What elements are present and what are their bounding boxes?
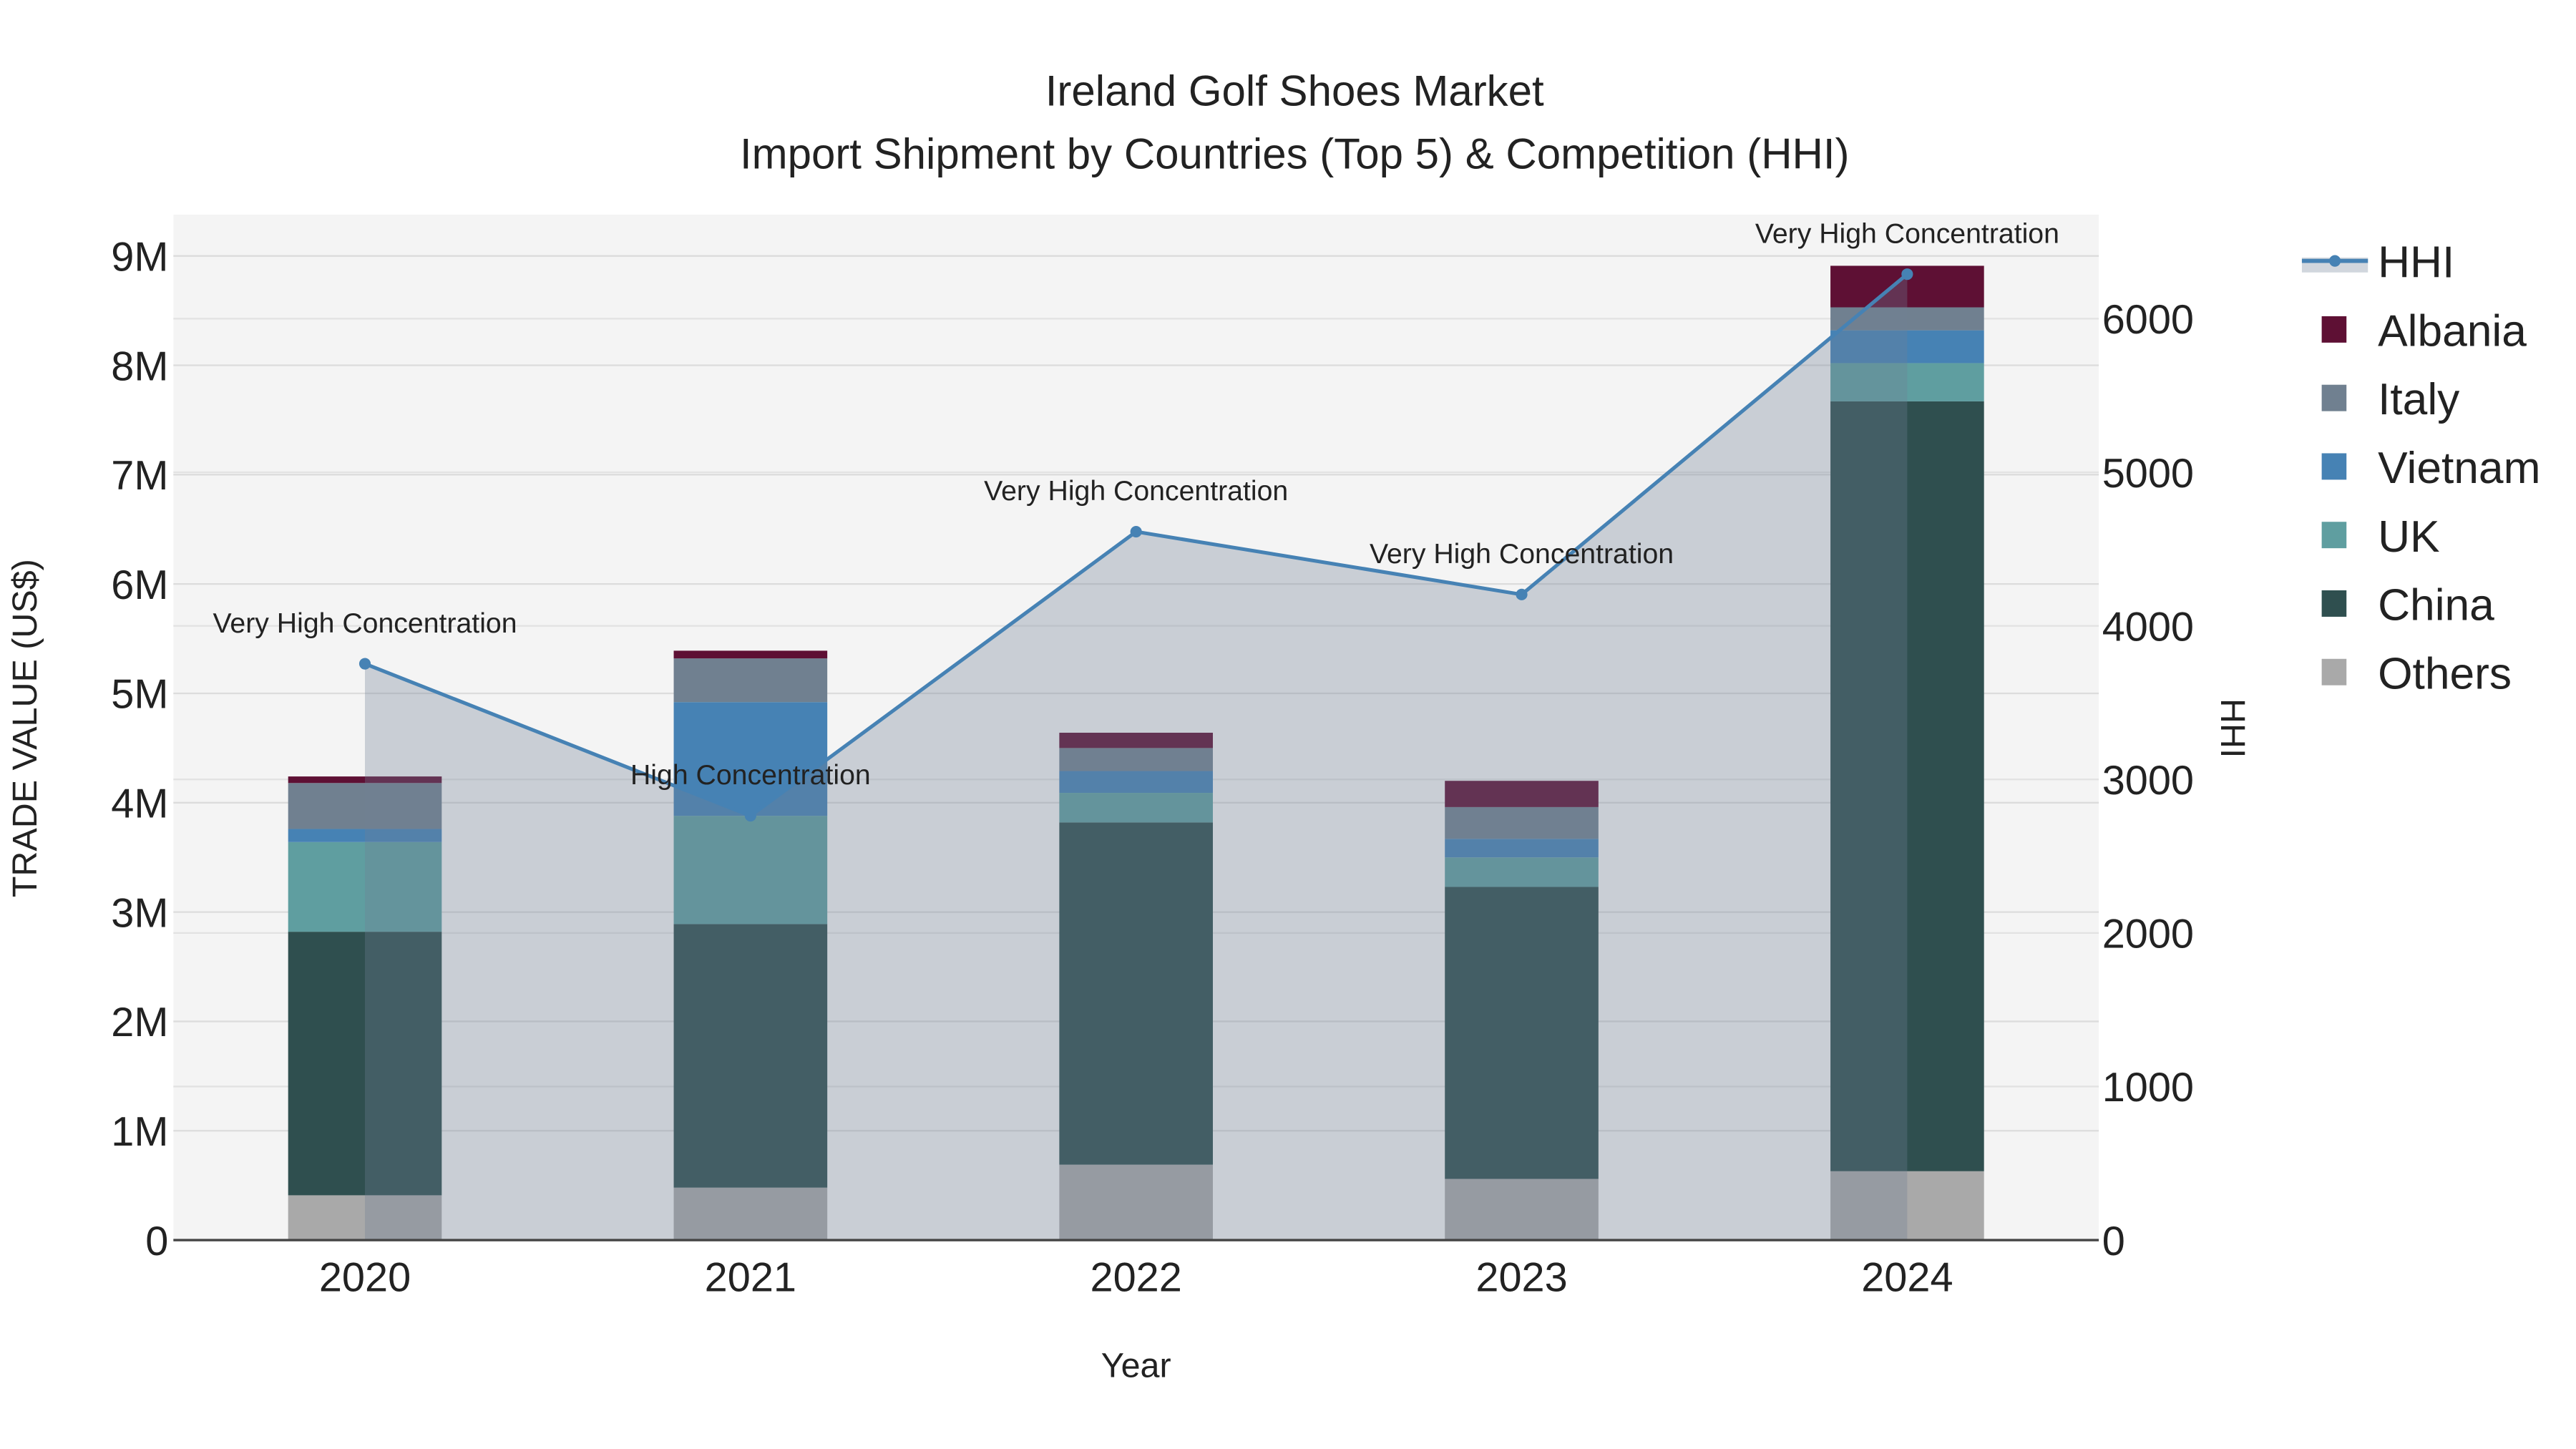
hhi-point-2023 [1516, 588, 1528, 600]
x-tick-label: 2022 [1091, 1255, 1182, 1301]
x-tick-label: 2020 [319, 1255, 411, 1301]
legend-item-vietnam: Vietnam [2321, 444, 2540, 493]
chart: Ireland Golf Shoes Market Import Shipmen… [6, 67, 2541, 1385]
y2-tick-label: 6000 [2102, 297, 2194, 343]
hhi-point-2021 [744, 810, 756, 822]
hhi-annotation-2022: Very High Concentration [984, 475, 1288, 507]
y2-tick-label: 5000 [2102, 451, 2194, 497]
y-tick-label: 1M [111, 1109, 168, 1155]
legend-label: HHI [2378, 238, 2454, 288]
legend-label: UK [2378, 512, 2440, 562]
legend-swatch [2321, 316, 2347, 343]
y2-tick-label: 1000 [2102, 1065, 2194, 1111]
legend-swatch [2321, 384, 2347, 411]
y-tick-label: 4M [111, 781, 168, 827]
legend-swatch [2321, 522, 2347, 549]
y2-tick-label: 2000 [2102, 912, 2194, 957]
legend-swatch [2321, 590, 2347, 617]
y2-axis-title: HHI [2213, 698, 2252, 758]
x-axis-title: Year [1101, 1347, 1171, 1385]
legend-item-others: Others [2321, 649, 2512, 698]
hhi-annotation-2023: Very High Concentration [1370, 538, 1674, 570]
hhi-point-2024 [1901, 268, 1913, 280]
y-tick-label: 0 [145, 1219, 168, 1264]
y-tick-label: 9M [111, 234, 168, 280]
legend-swatch [2321, 658, 2347, 686]
legend-label: Vietnam [2378, 444, 2540, 493]
y-tick-label: 7M [111, 453, 168, 499]
bar-albania-2021 [673, 650, 828, 659]
legend-item-albania: Albania [2321, 306, 2527, 356]
legend-item-uk: UK [2321, 512, 2440, 562]
y-tick-label: 8M [111, 343, 168, 389]
hhi-point-2020 [358, 658, 371, 670]
hhi-point-2022 [1130, 525, 1142, 538]
y-tick-label: 2M [111, 1000, 168, 1045]
y2-tick-label: 3000 [2102, 758, 2194, 804]
y-tick-label: 3M [111, 890, 168, 936]
legend-label: Italy [2378, 375, 2460, 424]
hhi-annotation-2024: Very High Concentration [1755, 218, 2059, 249]
legend-swatch [2321, 453, 2347, 480]
legend-item-hhi: HHI [2301, 238, 2454, 288]
legend-item-china: China [2321, 581, 2494, 630]
y2-tick-label: 4000 [2102, 604, 2194, 650]
x-tick-label: 2023 [1475, 1255, 1567, 1301]
x-tick-label: 2021 [705, 1255, 796, 1301]
legend-item-italy: Italy [2321, 375, 2460, 424]
x-tick-label: 2024 [1861, 1255, 1953, 1301]
y2-tick-label: 0 [2102, 1219, 2125, 1264]
y-tick-label: 5M [111, 672, 168, 718]
y-axis-title: TRADE VALUE (US$) [6, 559, 44, 897]
hhi-annotation-2020: Very High Concentration [213, 608, 517, 639]
legend-label: Others [2378, 649, 2512, 698]
legend-label: China [2378, 581, 2494, 630]
legend-hhi-marker [2329, 255, 2341, 267]
legend-label: Albania [2378, 306, 2527, 356]
hhi-annotation-2021: High Concentration [630, 759, 871, 791]
chart-subtitle: Import Shipment by Countries (Top 5) & C… [740, 130, 1850, 177]
chart-title: Ireland Golf Shoes Market [1045, 67, 1544, 115]
y-tick-label: 6M [111, 562, 168, 608]
bar-italy-2021 [673, 658, 828, 703]
